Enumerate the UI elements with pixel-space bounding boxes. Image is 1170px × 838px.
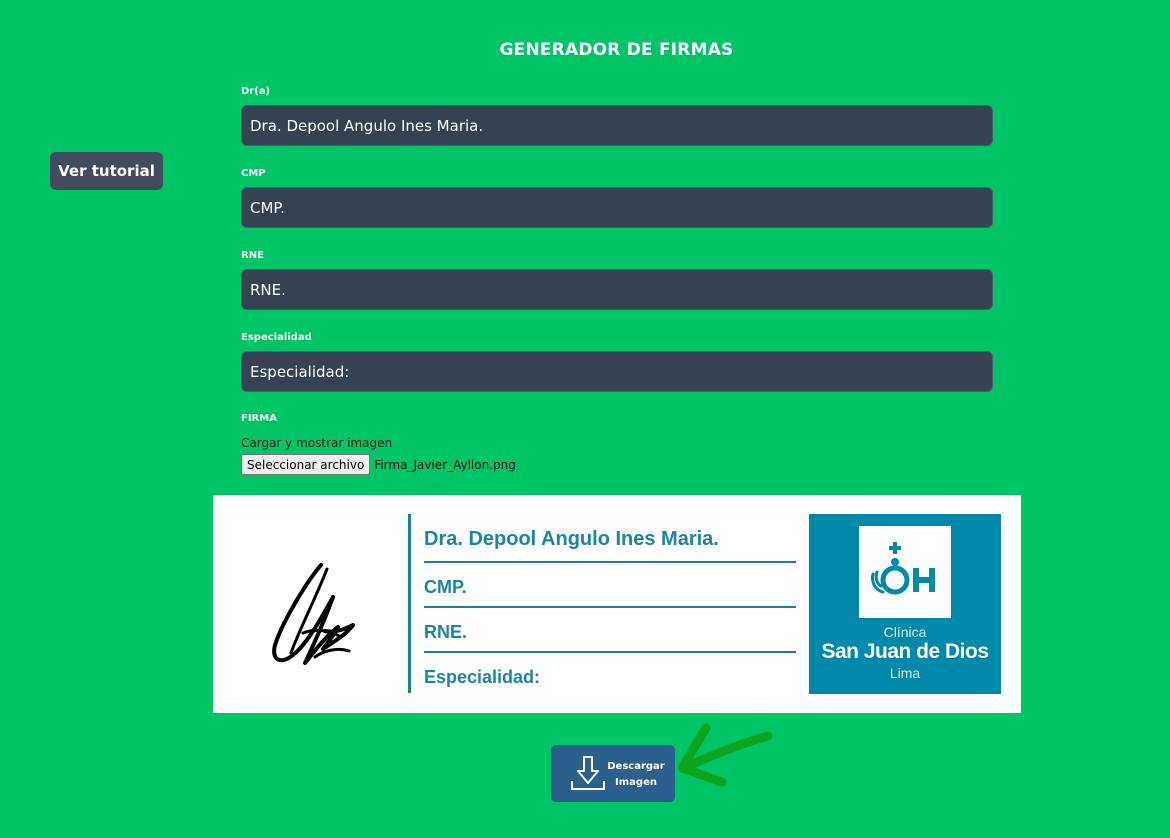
rne-input[interactable] <box>241 269 993 310</box>
preview-rne: RNE. <box>424 622 468 642</box>
preview-name: Dra. Depool Angulo Ines Maria. <box>424 528 719 550</box>
logo-text-name: San Juan de Dios <box>821 640 989 663</box>
signature-preview: Dra. Depool Angulo Ines Maria. CMP. RNE.… <box>213 495 1021 713</box>
separator <box>424 561 796 563</box>
signature-image <box>272 563 355 665</box>
select-file-button[interactable]: Seleccionar archivo <box>241 454 371 475</box>
cmp-input[interactable] <box>241 187 993 228</box>
rne-label: RNE <box>241 250 264 261</box>
logo-emblem <box>859 526 951 618</box>
signature-label: FIRMA <box>241 413 277 424</box>
doctor-input[interactable] <box>241 105 993 146</box>
download-label-line1: Descargar <box>607 761 665 772</box>
file-upload: Seleccionar archivo Firma_Javier_Ayllon.… <box>241 454 516 475</box>
oh-emblem-icon <box>871 542 935 595</box>
download-image-button[interactable]: Descargar Imagen <box>551 745 675 802</box>
page-title: GENERADOR DE FIRMAS <box>499 40 734 60</box>
clinic-logo: Clínica San Juan de Dios Lima <box>809 514 1001 694</box>
divider-line <box>408 514 411 693</box>
download-label-line2: Imagen <box>615 777 657 788</box>
specialty-input[interactable] <box>241 351 993 392</box>
upload-caption: Cargar y mostrar imagen <box>241 436 393 450</box>
pointer-arrow-icon <box>677 723 773 787</box>
file-name: Firma_Javier_Ayllon.png <box>374 457 516 472</box>
cmp-label: CMP <box>241 168 266 179</box>
specialty-label: Especialidad <box>241 332 312 343</box>
download-icon <box>571 756 605 790</box>
download-label: Descargar Imagen <box>607 759 665 791</box>
separator <box>424 606 796 608</box>
preview-cmp: CMP. <box>424 577 467 597</box>
tutorial-button[interactable]: Ver tutorial <box>50 152 163 190</box>
separator <box>424 651 796 653</box>
doctor-label: Dr(a) <box>241 86 271 97</box>
preview-specialty: Especialidad: <box>424 667 541 687</box>
logo-text-clinica: Clínica <box>883 624 927 640</box>
logo-text-city: Lima <box>889 665 921 681</box>
